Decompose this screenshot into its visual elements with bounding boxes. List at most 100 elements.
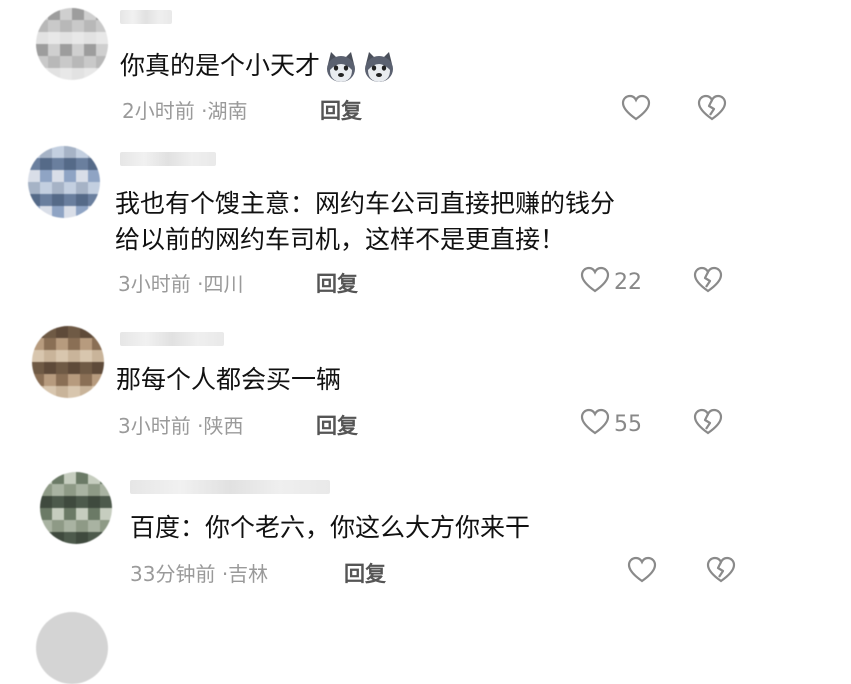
- avatar-mosaic-cell: [44, 386, 56, 398]
- avatar-mosaic-cell: [68, 362, 80, 374]
- avatar-mosaic-cell: [76, 206, 88, 218]
- avatar-mosaic-cell: [88, 520, 100, 532]
- avatar-mosaic-cell: [52, 194, 64, 206]
- avatar-mosaic-cell: [32, 338, 44, 350]
- avatar-mosaic-cell: [80, 350, 92, 362]
- avatar-mosaic-cell: [84, 32, 96, 44]
- avatar-mosaic-cell: [60, 56, 72, 68]
- avatar-mosaic-cell: [32, 326, 44, 338]
- avatar-mosaic-cell: [36, 32, 48, 44]
- avatar-mosaic-cell: [40, 182, 52, 194]
- username-blurred[interactable]: [120, 152, 216, 166]
- avatar-mosaic-cell: [40, 158, 52, 170]
- like-button[interactable]: [627, 556, 661, 588]
- dislike-button[interactable]: [693, 408, 723, 440]
- avatar-mosaic-cell: [100, 532, 112, 544]
- avatar-mosaic-cell: [56, 386, 68, 398]
- avatar-mosaic-cell: [40, 520, 52, 532]
- avatar-mosaic-cell: [80, 338, 92, 350]
- avatar-mosaic-cell: [60, 8, 72, 20]
- avatar[interactable]: [36, 612, 108, 684]
- avatar-mosaic-cell: [48, 20, 60, 32]
- comment-text-line: 百度：你个老六，你这么大方你来干: [130, 513, 531, 542]
- avatar-mosaic-cell: [36, 56, 48, 68]
- dislike-button[interactable]: [706, 556, 736, 588]
- avatar-mosaic-cell: [72, 68, 84, 80]
- like-button[interactable]: 55: [580, 408, 642, 440]
- reply-button[interactable]: 回复: [344, 558, 386, 588]
- avatar-mosaic-cell: [92, 326, 104, 338]
- avatar-mosaic-cell: [76, 170, 88, 182]
- username-blurred[interactable]: [130, 480, 330, 494]
- avatar-mosaic-cell: [76, 146, 88, 158]
- avatar-mosaic-cell: [56, 338, 68, 350]
- avatar-mosaic-cell: [64, 146, 76, 158]
- comment-text-line: 那每个人都会买一辆: [116, 365, 342, 394]
- avatar-mosaic-cell: [48, 56, 60, 68]
- dislike-button[interactable]: [697, 94, 727, 126]
- avatar-mosaic-cell: [88, 170, 100, 182]
- avatar-mosaic-cell: [40, 484, 52, 496]
- avatar-mosaic-cell: [76, 496, 88, 508]
- avatar-mosaic-cell: [52, 146, 64, 158]
- avatar-mosaic-cell: [64, 520, 76, 532]
- comment-text: 我也有个馊主意：网约车公司直接把赚的钱分 给以前的网约车司机，这样不是更直接！: [115, 186, 615, 258]
- avatar-mosaic-cell: [40, 508, 52, 520]
- avatar-mosaic-cell: [48, 44, 60, 56]
- avatar-mosaic-cell: [88, 532, 100, 544]
- heart-icon: [627, 556, 657, 588]
- avatar[interactable]: [36, 8, 108, 80]
- heart-icon: [580, 408, 610, 440]
- avatar-mosaic-cell: [64, 496, 76, 508]
- avatar-mosaic-cell: [64, 170, 76, 182]
- avatar-mosaic-cell: [28, 146, 40, 158]
- avatar-mosaic-cell: [88, 206, 100, 218]
- dislike-button[interactable]: [693, 266, 723, 298]
- avatar[interactable]: [32, 326, 104, 398]
- avatar-mosaic-cell: [60, 68, 72, 80]
- comment-text: 你真的是个小天才: [120, 48, 396, 84]
- reply-button[interactable]: 回复: [320, 95, 362, 125]
- avatar-mosaic-cell: [96, 20, 108, 32]
- like-count: 55: [614, 411, 642, 437]
- comment-meta: 2小时前 ·湖南: [122, 95, 247, 124]
- avatar-mosaic-cell: [44, 338, 56, 350]
- avatar-mosaic-cell: [52, 170, 64, 182]
- avatar-mosaic-cell: [72, 8, 84, 20]
- avatar-mosaic-cell: [88, 484, 100, 496]
- avatar-mosaic-cell: [64, 472, 76, 484]
- like-button[interactable]: 22: [580, 266, 642, 298]
- comment-location: 四川: [203, 272, 244, 296]
- avatar-mosaic-cell: [68, 374, 80, 386]
- username-blurred[interactable]: [120, 10, 172, 24]
- like-button[interactable]: [621, 94, 655, 126]
- comment-location: 湖南: [207, 99, 248, 123]
- avatar-mosaic-cell: [36, 68, 48, 80]
- avatar-mosaic-cell: [56, 326, 68, 338]
- avatar-mosaic-cell: [80, 362, 92, 374]
- broken-heart-icon: [706, 556, 736, 588]
- avatar-mosaic-cell: [56, 350, 68, 362]
- reply-button[interactable]: 回复: [316, 410, 358, 440]
- avatar[interactable]: [28, 146, 100, 218]
- avatar-mosaic-cell: [92, 374, 104, 386]
- avatar-mosaic-cell: [84, 68, 96, 80]
- avatar-mosaic-cell: [92, 362, 104, 374]
- comment-text-line: 我也有个馊主意：网约车公司直接把赚的钱分: [115, 189, 616, 218]
- avatar-mosaic-cell: [88, 182, 100, 194]
- reply-button[interactable]: 回复: [316, 268, 358, 298]
- avatar-mosaic-cell: [64, 508, 76, 520]
- avatar-mosaic-cell: [60, 20, 72, 32]
- comment-meta: 3小时前 ·四川: [118, 268, 243, 297]
- avatar-mosaic-cell: [100, 520, 112, 532]
- avatar-mosaic-cell: [40, 206, 52, 218]
- avatar-mosaic-cell: [76, 472, 88, 484]
- avatar-mosaic-cell: [84, 20, 96, 32]
- avatar-mosaic-cell: [84, 8, 96, 20]
- avatar-mosaic-cell: [72, 44, 84, 56]
- avatar[interactable]: [40, 472, 112, 544]
- avatar-mosaic-cell: [72, 20, 84, 32]
- avatar-mosaic-cell: [68, 338, 80, 350]
- username-blurred[interactable]: [120, 332, 224, 346]
- avatar-mosaic-cell: [40, 496, 52, 508]
